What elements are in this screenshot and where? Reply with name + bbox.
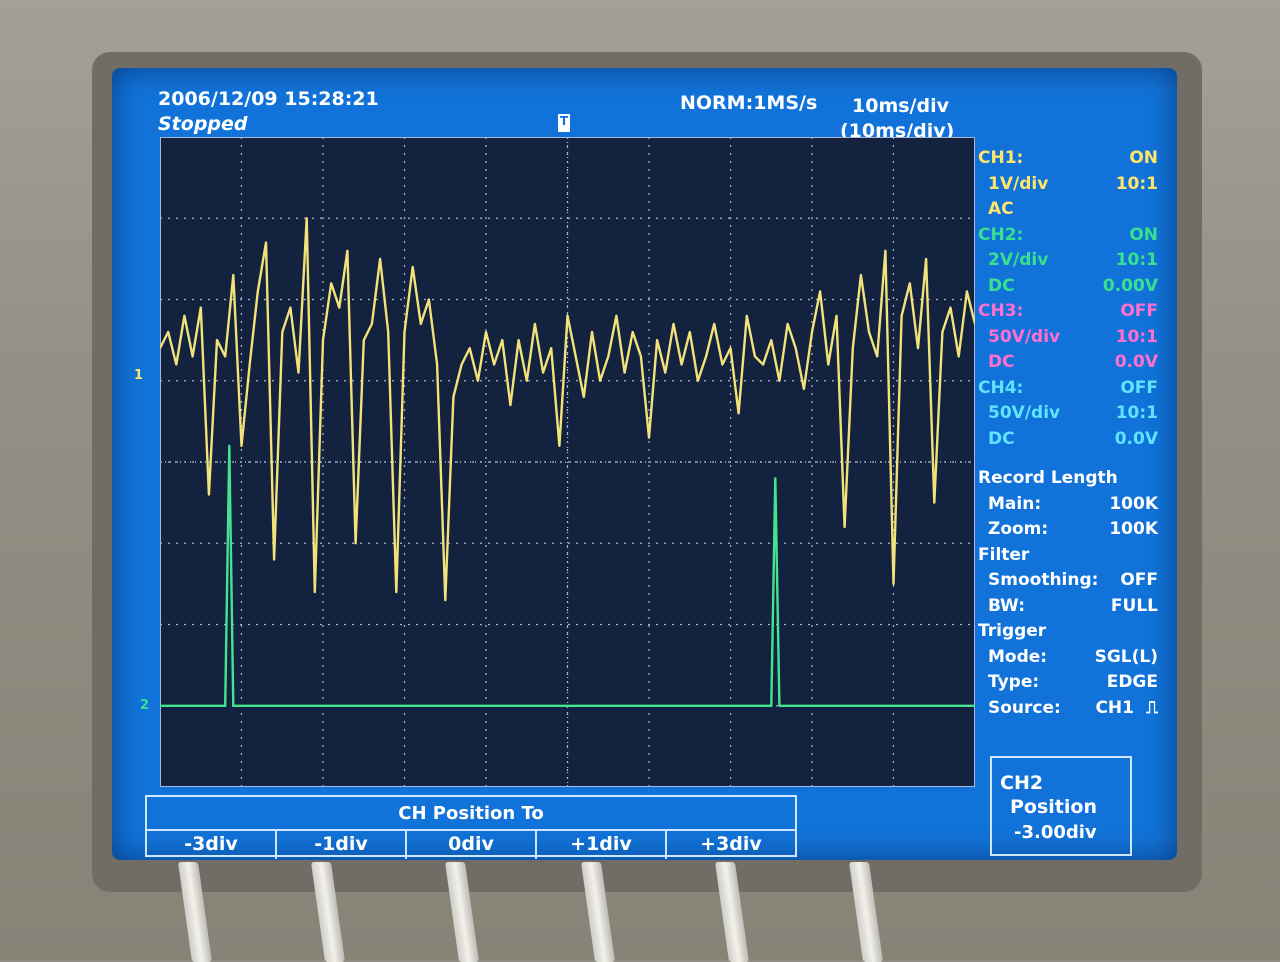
softkey-minus-1div[interactable]: -1div — [277, 831, 407, 859]
trigger-position-marker[interactable]: T — [558, 114, 570, 132]
softkey-row: -3div -1div 0div +1div +3div — [147, 829, 795, 859]
ch1-header-row[interactable]: CH1: ON — [978, 148, 1158, 174]
record-length-title: Record Length — [978, 468, 1118, 488]
trigger-mode-value: SGL(L) — [1094, 646, 1158, 667]
ch1-coupling: AC — [988, 199, 1014, 219]
softkey-minus-3div[interactable]: -3div — [147, 831, 277, 859]
ch2-probe: 10:1 — [1115, 250, 1158, 270]
acquisition-status: Stopped — [158, 113, 248, 135]
ch3-probe: 10:1 — [1115, 326, 1158, 347]
ch4-probe: 10:1 — [1115, 403, 1158, 423]
softkey-0div[interactable]: 0div — [407, 831, 537, 859]
ch4-coupling-row: DC 0.0V — [978, 429, 1158, 455]
trigger-source-value: CH1 — [1095, 697, 1134, 718]
ch3-header-row[interactable]: CH3: OFF — [978, 301, 1158, 327]
ch1-probe: 10:1 — [1115, 173, 1158, 194]
rising-edge-icon: ⎍ — [1146, 697, 1158, 718]
datetime-readout: 2006/12/09 15:28:21 — [158, 88, 379, 110]
filter-title: Filter — [978, 544, 1030, 565]
ch1-scale: 1V/div — [988, 173, 1049, 194]
position-box-channel: CH2 — [1000, 772, 1044, 794]
trigger-source-row: Source: CH1 ⎍ — [988, 697, 1158, 718]
waveform-plot — [160, 137, 975, 787]
record-zoom-row: Zoom: 100K — [988, 519, 1158, 539]
position-box-value: -3.00div — [1014, 822, 1097, 843]
ch3-scale-row: 50V/div 10:1 — [978, 327, 1158, 353]
ch3-state: OFF — [1120, 301, 1158, 321]
softkey-plus-1div[interactable]: +1div — [537, 831, 667, 859]
ch2-state: ON — [1129, 224, 1158, 245]
ch2-label: CH2: — [978, 224, 1024, 245]
ch4-label: CH4: — [978, 377, 1024, 398]
waveform-display[interactable] — [160, 137, 975, 787]
softkey-menu: CH Position To -3div -1div 0div +1div +3… — [145, 795, 797, 859]
softkey-plus-3div[interactable]: +3div — [667, 831, 795, 859]
position-box-label: Position — [1010, 796, 1097, 818]
ch2-coupling: DC — [988, 275, 1015, 296]
ch4-scale: 50V/div — [988, 403, 1061, 423]
ch4-scale-row: 50V/div 10:1 — [978, 403, 1158, 429]
sample-rate-readout: NORM:1MS/s — [680, 92, 818, 114]
ch2-offset: 0.00V — [1102, 275, 1158, 296]
filter-bw-row: BW: FULL — [988, 595, 1158, 616]
record-zoom-value: 100K — [1109, 519, 1158, 539]
trigger-type-value: EDGE — [1106, 672, 1158, 692]
bw-value: FULL — [1110, 595, 1158, 616]
ch1-state: ON — [1129, 148, 1158, 168]
ch2-position-box[interactable]: CH2 Position -3.00div — [990, 756, 1132, 856]
record-main-row: Main: 100K — [988, 493, 1158, 514]
trigger-type-row: Type: EDGE — [988, 672, 1158, 692]
ch1-ground-marker[interactable]: 1 — [134, 368, 143, 383]
ch3-offset: 0.0V — [1114, 352, 1158, 372]
side-panel: CH1: ON 1V/div 10:1 AC CH2: ON 2V/div 10… — [978, 148, 1158, 723]
ch4-coupling: DC — [988, 428, 1015, 449]
ch1-coupling-row: AC — [978, 199, 1158, 225]
ch4-header-row[interactable]: CH4: OFF — [978, 378, 1158, 404]
softkey-menu-title: CH Position To — [398, 803, 544, 824]
ch3-label: CH3: — [978, 301, 1024, 321]
ch4-offset: 0.0V — [1114, 428, 1158, 449]
ch3-scale: 50V/div — [988, 326, 1061, 347]
ch1-scale-row: 1V/div 10:1 — [978, 174, 1158, 200]
ch3-coupling-row: DC 0.0V — [978, 352, 1158, 378]
trigger-mode-row: Mode: SGL(L) — [988, 646, 1158, 667]
trigger-title: Trigger — [978, 621, 1047, 641]
ch1-label: CH1: — [978, 148, 1024, 168]
ch4-state: OFF — [1120, 377, 1158, 398]
ch2-ground-marker[interactable]: 2 — [140, 698, 149, 713]
smoothing-value: OFF — [1120, 570, 1158, 590]
ch2-coupling-row: DC 0.00V — [978, 276, 1158, 302]
ch2-header-row[interactable]: CH2: ON — [978, 225, 1158, 251]
record-main-value: 100K — [1109, 493, 1158, 514]
filter-smoothing-row: Smoothing: OFF — [988, 570, 1158, 590]
ch2-scale: 2V/div — [988, 250, 1049, 270]
ch2-scale-row: 2V/div 10:1 — [978, 250, 1158, 276]
timebase-readout: 10ms/div — [852, 95, 949, 117]
ch3-coupling: DC — [988, 352, 1015, 372]
